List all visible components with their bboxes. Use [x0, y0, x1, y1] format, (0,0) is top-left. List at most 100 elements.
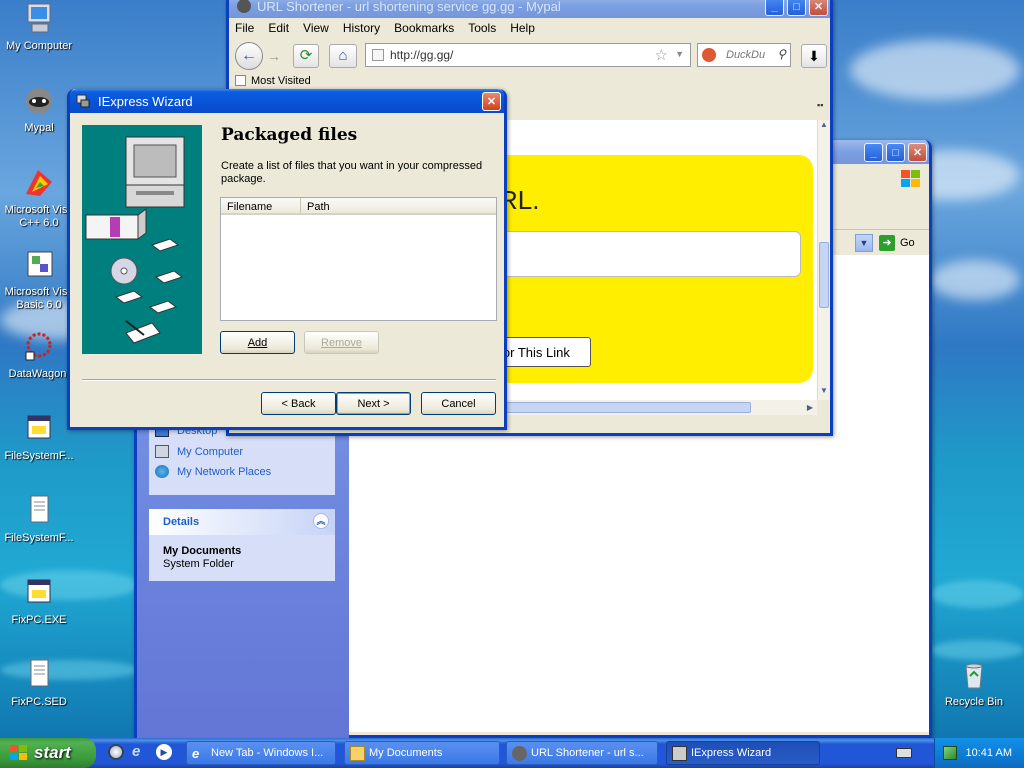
other-places-item-network[interactable]: My Network Places [155, 465, 271, 478]
visual-basic-icon [22, 248, 56, 282]
desktop-icon-label: FixPC.SED [11, 696, 67, 708]
maximize-button[interactable]: □ [886, 143, 905, 162]
scroll-thumb[interactable] [819, 242, 829, 308]
back-button[interactable]: < Back [261, 392, 336, 415]
task-my-documents[interactable]: My Documents [344, 741, 500, 765]
url-text: http://gg.gg/ [390, 48, 454, 62]
browser-navbar: ← → ⟳ ⌂ http://gg.gg/ ☆ ▼ DuckDu ⚲ ⬇ [229, 38, 830, 72]
back-button[interactable]: ← [235, 42, 263, 70]
url-dropdown-icon[interactable]: ▼ [675, 49, 684, 59]
ie-icon: e [192, 746, 200, 761]
start-label: start [34, 743, 71, 762]
minimize-button[interactable]: _ [765, 0, 784, 16]
datawagon-icon [22, 330, 56, 364]
desktop-icon-fixpc-sed[interactable]: FixPC.SED [0, 658, 78, 709]
menu-view[interactable]: View [303, 21, 329, 35]
scroll-up-arrow[interactable]: ▲ [818, 120, 830, 134]
home-button[interactable]: ⌂ [329, 44, 357, 68]
reload-button[interactable]: ⟳ [293, 44, 319, 68]
bookmark-star-icon[interactable]: ☆ [655, 46, 668, 64]
tab-list-icon[interactable]: ▪▪ [817, 100, 823, 110]
task-label: New Tab - Windows I... [211, 747, 324, 759]
cancel-label: Cancel [441, 397, 476, 410]
installer-icon [22, 412, 56, 446]
page-icon [372, 49, 384, 61]
other-places-label: My Network Places [177, 465, 272, 478]
other-places-item-my-computer[interactable]: My Computer [155, 445, 243, 458]
network-icon [155, 465, 169, 478]
quicklaunch-media-icon[interactable]: ▶ [156, 744, 172, 760]
iexpress-wizard-window: IExpress Wizard ✕ Packaged files Create … [67, 89, 507, 430]
next-button[interactable]: Next > [336, 392, 411, 415]
desktop-icon-my-computer[interactable]: My Computer [0, 2, 78, 53]
file-list-header: Filename Path [221, 198, 496, 215]
scroll-down-arrow[interactable]: ▼ [818, 386, 830, 400]
recycle-bin-icon [957, 658, 991, 692]
clock[interactable]: 10:41 AM [966, 747, 1012, 759]
packaging-illustration-icon [85, 136, 185, 344]
add-button[interactable]: Add [220, 331, 295, 354]
details-title: Details [163, 516, 200, 528]
maximize-button[interactable]: □ [787, 0, 806, 16]
bookmarks-toolbar: Most Visited [229, 72, 830, 90]
go-arrow-icon: ➜ [879, 235, 895, 251]
scroll-right-arrow[interactable]: ▶ [803, 400, 817, 415]
file-list[interactable]: Filename Path [220, 197, 497, 321]
details-header[interactable]: Details ︽ [149, 509, 335, 535]
desktop-icon-fixpc-exe[interactable]: FixPC.EXE [0, 576, 78, 627]
keyboard-icon[interactable] [896, 748, 912, 758]
url-bar[interactable]: http://gg.gg/ ☆ ▼ [365, 43, 691, 67]
minimize-button[interactable]: _ [864, 143, 883, 162]
browser-title: URL Shortener - url shortening service g… [257, 0, 561, 14]
menu-history[interactable]: History [343, 21, 380, 35]
wizard-separator [82, 379, 496, 381]
start-button[interactable]: start [0, 738, 96, 768]
wizard-app-icon [672, 746, 687, 761]
long-url-input[interactable] [463, 231, 801, 277]
vertical-scrollbar[interactable]: ▲ ▼ [817, 120, 830, 400]
details-panel: Details ︽ My Documents System Folder [149, 509, 335, 581]
quicklaunch-gear-icon[interactable] [108, 744, 124, 760]
search-bar[interactable]: DuckDu ⚲ [697, 43, 791, 67]
column-path[interactable]: Path [301, 198, 496, 213]
menu-help[interactable]: Help [510, 21, 535, 35]
wizard-titlebar[interactable]: IExpress Wizard ✕ [70, 89, 504, 113]
folder-icon [350, 746, 365, 761]
forward-button[interactable]: → [263, 46, 285, 66]
address-dropdown-arrow[interactable]: ▼ [855, 234, 873, 252]
go-button[interactable]: ➜ Go [879, 234, 923, 252]
close-button[interactable]: ✕ [809, 0, 828, 16]
close-button[interactable]: ✕ [482, 92, 501, 111]
menu-bookmarks[interactable]: Bookmarks [394, 21, 454, 35]
task-iexpress-wizard[interactable]: IExpress Wizard [666, 741, 820, 765]
computer-icon [155, 445, 169, 458]
bookmark-most-visited[interactable]: Most Visited [251, 75, 311, 87]
quicklaunch-ie-icon[interactable]: e [132, 744, 148, 760]
menu-edit[interactable]: Edit [268, 21, 289, 35]
desktop-icon-recycle-bin[interactable]: Recycle Bin [935, 658, 1013, 709]
windows-logo-icon [901, 170, 921, 188]
desktop-icon-filesystem-2[interactable]: FileSystemF... [0, 494, 78, 545]
menu-file[interactable]: File [235, 21, 254, 35]
close-button[interactable]: ✕ [908, 143, 927, 162]
remove-button[interactable]: Remove [304, 331, 379, 354]
wizard-description: Create a list of files that you want in … [221, 160, 483, 185]
downloads-button[interactable]: ⬇ [801, 44, 827, 68]
installer-icon [22, 576, 56, 610]
collapse-chevron-icon[interactable]: ︽ [313, 513, 329, 529]
task-new-tab[interactable]: e New Tab - Windows I... [186, 741, 336, 765]
network-tray-icon[interactable] [943, 746, 957, 760]
computer-icon [22, 2, 56, 36]
browser-titlebar[interactable]: URL Shortener - url shortening service g… [229, 0, 830, 18]
task-url-shortener[interactable]: URL Shortener - url s... [506, 741, 658, 765]
column-filename[interactable]: Filename [221, 198, 301, 213]
raccoon-icon [22, 84, 56, 118]
add-label: Add [247, 336, 268, 349]
search-icon[interactable]: ⚲ [777, 47, 786, 61]
desktop-icon-label: My Computer [5, 40, 73, 52]
wizard-illustration [82, 125, 202, 354]
cancel-button[interactable]: Cancel [421, 392, 496, 415]
back-label: < Back [281, 397, 316, 410]
visual-cpp-icon [22, 166, 56, 200]
menu-tools[interactable]: Tools [468, 21, 496, 35]
